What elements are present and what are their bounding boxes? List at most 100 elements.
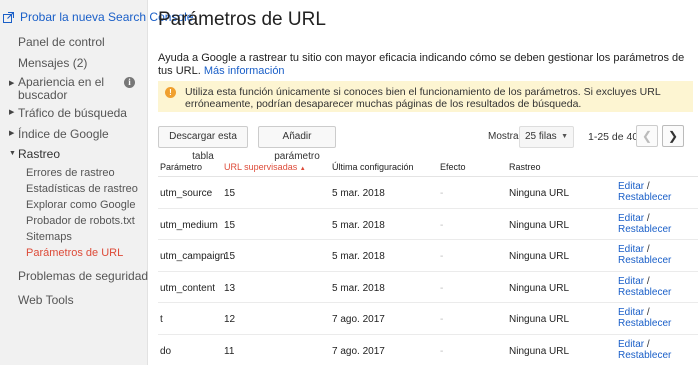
effect-value: - xyxy=(440,219,444,231)
download-table-button[interactable]: Descargar esta tabla xyxy=(158,126,248,162)
monitored-urls-count: 13 xyxy=(224,282,236,294)
sidebar-item-label: Tráfico de búsqueda xyxy=(18,106,127,120)
sidebar-item-label: Rastreo xyxy=(18,147,61,161)
rows-per-page-select[interactable]: 25 filas ▼ xyxy=(519,126,574,148)
reset-link[interactable]: Restablecer xyxy=(618,255,671,266)
sidebar-subitem-crawl-errors[interactable]: Errores de rastreo xyxy=(0,165,147,181)
parameter-name: utm_source xyxy=(160,188,213,199)
sidebar-item-messages[interactable]: Mensajes (2) xyxy=(0,53,147,74)
page-title: Parámetros de URL xyxy=(158,9,326,30)
pagination-range: 1-25 de 40 xyxy=(588,131,639,143)
edit-link[interactable]: Editar xyxy=(618,244,644,255)
monitored-urls-count: 15 xyxy=(224,251,236,263)
row-actions: Editar / Restablecer xyxy=(618,244,671,266)
table-row: utm_source 15 5 mar. 2018 - Ninguna URL … xyxy=(158,177,698,209)
parameter-name: utm_campaign xyxy=(160,251,226,263)
column-header-parameter[interactable]: Parámetro xyxy=(160,162,202,172)
table-row: t 12 7 ago. 2017 - Ninguna URL Editar / … xyxy=(158,303,698,335)
sidebar-item-label: Panel de control xyxy=(18,35,105,49)
monitored-urls-count: 12 xyxy=(224,314,236,326)
last-config-date: 7 ago. 2017 xyxy=(332,314,385,326)
monitored-urls-count: 11 xyxy=(224,345,235,357)
action-separator: / xyxy=(646,307,650,319)
sidebar-item-crawl[interactable]: ▼ Rastreo xyxy=(0,144,147,165)
action-separator: / xyxy=(646,275,650,287)
last-config-date: 5 mar. 2018 xyxy=(332,188,385,199)
effect-value: - xyxy=(440,188,444,199)
sidebar-item-search-appearance[interactable]: ▶ Apariencia en el buscador i xyxy=(0,73,147,103)
effect-value: - xyxy=(440,251,444,263)
sidebar-item-search-traffic[interactable]: ▶ Tráfico de búsqueda xyxy=(0,103,147,124)
parameter-name: t xyxy=(160,314,163,326)
main-content: Parámetros de URL Ayuda a Google a rastr… xyxy=(148,0,700,365)
table-row: utm_medium 15 5 mar. 2018 - Ninguna URL … xyxy=(158,209,698,241)
action-separator: / xyxy=(646,244,650,256)
reset-link[interactable]: Restablecer xyxy=(618,318,671,329)
reset-link[interactable]: Restablecer xyxy=(618,350,671,361)
row-actions: Editar / Restablecer xyxy=(618,213,671,235)
column-header-crawl[interactable]: Rastreo xyxy=(509,162,541,172)
info-icon[interactable]: i xyxy=(124,77,135,88)
external-link-icon xyxy=(3,11,14,23)
effect-value: - xyxy=(440,314,444,326)
new-search-console-link[interactable]: Probar la nueva Search Console xyxy=(0,0,193,26)
action-separator: / xyxy=(646,181,650,192)
reset-link[interactable]: Restablecer xyxy=(618,192,671,203)
edit-link[interactable]: Editar xyxy=(618,181,644,192)
table-row: do 11 7 ago. 2017 - Ninguna URL Editar /… xyxy=(158,335,698,365)
column-header-last-config[interactable]: Última configuración xyxy=(332,162,414,172)
sidebar: Probar la nueva Search Console Panel de … xyxy=(0,0,193,365)
app-root: Probar la nueva Search Console Panel de … xyxy=(0,0,700,365)
crawl-value: Ninguna URL xyxy=(509,188,570,199)
reset-link[interactable]: Restablecer xyxy=(618,224,671,235)
crawl-value: Ninguna URL xyxy=(509,282,570,294)
sidebar-subitem-sitemaps[interactable]: Sitemaps xyxy=(0,229,147,245)
effect-value: - xyxy=(440,345,444,357)
sidebar-subitem-url-parameters[interactable]: Parámetros de URL xyxy=(0,245,147,261)
edit-link[interactable]: Editar xyxy=(618,213,644,224)
sidebar-item-security-issues[interactable]: Problemas de seguridad xyxy=(0,266,148,287)
table-row: utm_content 13 5 mar. 2018 - Ninguna URL… xyxy=(158,272,698,304)
column-header-monitored-urls[interactable]: URL supervisadas ▲ xyxy=(224,162,306,172)
monitored-urls-count: 15 xyxy=(224,219,236,231)
column-header-effect[interactable]: Efecto xyxy=(440,162,466,172)
edit-link[interactable]: Editar xyxy=(618,307,644,318)
action-separator: / xyxy=(646,338,650,350)
sidebar-item-web-tools[interactable]: Web Tools xyxy=(0,290,147,311)
warning-icon: ! xyxy=(165,87,176,98)
add-parameter-button[interactable]: Añadir parámetro xyxy=(258,126,336,162)
reset-link[interactable]: Restablecer xyxy=(618,287,671,298)
table-header: Parámetro URL supervisadas ▲ Última conf… xyxy=(158,155,698,177)
rows-per-page-value: 25 filas xyxy=(525,131,557,142)
sort-ascending-icon: ▲ xyxy=(299,166,306,172)
show-label: Mostrar xyxy=(488,131,522,142)
crawl-value: Ninguna URL xyxy=(509,314,570,326)
warning-text: Utiliza esta función únicamente si conoc… xyxy=(185,86,661,110)
more-info-link[interactable]: Más información xyxy=(204,65,285,77)
previous-page-button[interactable]: ❮ xyxy=(636,125,658,147)
dropdown-arrow-icon: ▼ xyxy=(561,133,568,140)
sidebar-item-google-index[interactable]: ▶ Índice de Google xyxy=(0,124,147,145)
sidebar-subitem-robots-tester[interactable]: Probador de robots.txt xyxy=(0,213,147,229)
sidebar-subitem-crawl-stats[interactable]: Estadísticas de rastreo xyxy=(0,181,147,197)
sidebar-subitem-fetch-as-google[interactable]: Explorar como Google xyxy=(0,197,147,213)
action-separator: / xyxy=(646,212,650,224)
row-actions: Editar / Restablecer xyxy=(618,307,671,329)
intro-text: Ayuda a Google a rastrear tu sitio con m… xyxy=(158,52,688,78)
sidebar-item-label: Mensajes (2) xyxy=(18,55,88,70)
edit-link[interactable]: Editar xyxy=(618,276,644,287)
parameter-name: utm_content xyxy=(160,282,216,294)
parameter-name: do xyxy=(160,345,172,357)
last-config-date: 7 ago. 2017 xyxy=(332,345,385,357)
column-header-label: URL supervisadas xyxy=(224,162,298,172)
last-config-date: 5 mar. 2018 xyxy=(332,282,385,294)
collapse-arrow-icon: ▼ xyxy=(9,150,16,157)
effect-value: - xyxy=(440,282,444,294)
edit-link[interactable]: Editar xyxy=(618,339,644,350)
next-page-button[interactable]: ❯ xyxy=(662,125,684,147)
sidebar-item-dashboard[interactable]: Panel de control xyxy=(0,32,147,53)
crawl-value: Ninguna URL xyxy=(509,251,570,263)
expand-arrow-icon: ▶ xyxy=(9,129,15,137)
crawl-value: Ninguna URL xyxy=(509,345,570,357)
sidebar-nav: Panel de control Mensajes (2) ▶ Aparienc… xyxy=(0,32,148,311)
